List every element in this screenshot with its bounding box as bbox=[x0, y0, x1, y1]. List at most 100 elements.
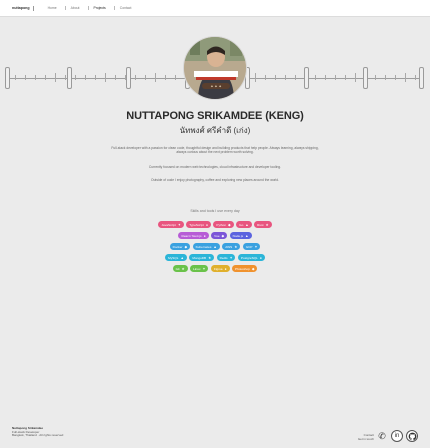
skill-chip[interactable]: MongoDB ★ bbox=[189, 254, 215, 261]
ruler-marker bbox=[419, 67, 424, 89]
nav-separator bbox=[87, 6, 89, 10]
skills-row: JavaScript ✦ TypeScript ● Python ◆ Go ▲ Rust ★ bbox=[100, 221, 330, 228]
skills-chip-group: JavaScript ✦ TypeScript ● Python ◆ Go ▲ Rust ★ Rea… bbox=[100, 221, 330, 276]
skill-chip[interactable]: MySQL ▲ bbox=[165, 254, 187, 261]
skill-chip[interactable]: Vue ◆ bbox=[211, 232, 228, 239]
skill-chip-label: MySQL bbox=[168, 255, 179, 260]
skill-chip-icon: ✦ bbox=[229, 255, 233, 260]
profile-thai-name: นัทพงศ์ ศรีคำดี (เก่ง) bbox=[179, 126, 251, 135]
skill-chip-label: Vue bbox=[214, 233, 220, 238]
nav-link-projects[interactable]: Projects bbox=[94, 6, 106, 10]
skill-chip-icon: ● bbox=[205, 222, 208, 227]
ruler-tick bbox=[95, 75, 96, 80]
brand-logo-text[interactable]: nuttapong bbox=[12, 6, 30, 10]
ruler-marker bbox=[304, 67, 309, 89]
skill-chip[interactable]: Linux ✦ bbox=[190, 265, 209, 272]
skill-chip-label: GCP bbox=[245, 244, 253, 249]
skills-row: Git ★ Linux ✦ Figma ● Photoshop ◆ bbox=[100, 265, 330, 272]
skills-row: Docker ◆ Kubernetes ▲ AWS ★ GCP ✦ bbox=[100, 243, 330, 250]
skill-chip-label: Node.js bbox=[232, 233, 244, 238]
skill-chip-label: AWS bbox=[225, 244, 233, 249]
ruler-tick bbox=[155, 73, 156, 82]
skill-chip-label: PostgreSQL bbox=[240, 255, 258, 260]
ruler-tick bbox=[165, 75, 166, 80]
ruler-marker bbox=[126, 67, 131, 89]
skill-chip[interactable]: AWS ★ bbox=[222, 243, 241, 250]
ruler-tick bbox=[65, 75, 66, 80]
ruler-tick bbox=[15, 75, 16, 80]
phone-icon[interactable]: ✆ bbox=[376, 430, 388, 442]
skill-chip-icon: ★ bbox=[265, 222, 269, 227]
ruler-tick bbox=[315, 75, 316, 80]
ruler-tick bbox=[375, 75, 376, 80]
skill-chip[interactable]: PostgreSQL ● bbox=[237, 254, 265, 261]
profile-name: NUTTAPONG SRIKAMDEE (KENG) bbox=[126, 110, 304, 122]
skill-chip[interactable]: Docker ◆ bbox=[169, 243, 191, 250]
ruler-tick bbox=[395, 75, 396, 80]
skill-chip[interactable]: TypeScript ● bbox=[186, 221, 211, 228]
ruler-tick bbox=[265, 75, 266, 80]
skill-chip-label: Redis bbox=[219, 255, 228, 260]
skill-chip[interactable]: Kubernetes ▲ bbox=[192, 243, 220, 250]
skill-chip-label: React / Next.js bbox=[181, 233, 202, 238]
skill-chip-icon: ◆ bbox=[184, 244, 188, 249]
github-icon[interactable] bbox=[406, 430, 418, 442]
skills-row: React / Next.js ● Vue ◆ Node.js ▲ bbox=[100, 232, 330, 239]
ruler-tick bbox=[105, 73, 106, 82]
skill-chip-label: Kubernetes bbox=[195, 244, 212, 249]
ruler-tick bbox=[345, 75, 346, 80]
ruler-tick bbox=[335, 75, 336, 80]
skill-chip-icon: ● bbox=[203, 233, 206, 238]
ruler-tick bbox=[285, 75, 286, 80]
ruler-tick bbox=[325, 75, 326, 80]
skill-chip[interactable]: Node.js ▲ bbox=[229, 232, 252, 239]
skill-chip-icon: ▲ bbox=[213, 244, 217, 249]
skill-chip[interactable]: Git ★ bbox=[172, 265, 188, 272]
brand-divider bbox=[32, 5, 34, 11]
nav-separator bbox=[113, 6, 115, 10]
skill-chip[interactable]: Figma ● bbox=[210, 265, 230, 272]
skill-chip[interactable]: Photoshop ◆ bbox=[232, 265, 258, 272]
skill-chip-icon: ▲ bbox=[245, 233, 249, 238]
footer-info: Nuttapong Srikamdee Full-stack Developer… bbox=[12, 426, 64, 438]
nav-link-home[interactable]: Home bbox=[48, 6, 57, 10]
ruler-tick bbox=[75, 75, 76, 80]
skill-chip-icon: ★ bbox=[234, 244, 238, 249]
skill-chip-label: Rust bbox=[257, 222, 264, 227]
skills-heading: Skills and tools I use every day bbox=[190, 209, 240, 213]
skill-chip-label: JavaScript bbox=[161, 222, 176, 227]
skill-chip[interactable]: GCP ✦ bbox=[242, 243, 261, 250]
nav-separator bbox=[64, 6, 66, 10]
profile-bio-paragraph-2: Currently focused on modern web technolo… bbox=[148, 165, 282, 169]
ruler-tick bbox=[35, 75, 36, 80]
svg-text:✦ ✦ ✦: ✦ ✦ ✦ bbox=[210, 85, 221, 89]
skills-row: MySQL ▲ MongoDB ★ Redis ✦ PostgreSQL ● bbox=[100, 254, 330, 261]
ruler-marker bbox=[5, 67, 10, 89]
skill-chip[interactable]: Go ▲ bbox=[236, 221, 252, 228]
ruler-tick bbox=[415, 75, 416, 80]
ruler-tick bbox=[55, 73, 56, 82]
skill-chip[interactable]: Python ◆ bbox=[213, 221, 234, 228]
nav-link-about[interactable]: About bbox=[71, 6, 80, 10]
ruler-tick bbox=[385, 75, 386, 80]
skill-chip-label: Docker bbox=[172, 244, 183, 249]
skill-chip-icon: ▲ bbox=[180, 255, 184, 260]
skill-chip[interactable]: Rust ★ bbox=[254, 221, 272, 228]
ruler-tick bbox=[255, 73, 256, 82]
skill-chip[interactable]: React / Next.js ● bbox=[178, 232, 209, 239]
ruler-tick bbox=[405, 73, 406, 82]
skill-chip-icon: ◆ bbox=[251, 266, 255, 271]
linkedin-icon[interactable]: in bbox=[391, 430, 403, 442]
skill-chip-label: Linux bbox=[193, 266, 201, 271]
ruler-tick bbox=[25, 75, 26, 80]
footer-line: Bangkok, Thailand · All rights reserved bbox=[12, 433, 64, 438]
skill-chip[interactable]: Redis ✦ bbox=[216, 254, 236, 261]
skill-chip[interactable]: JavaScript ✦ bbox=[158, 221, 184, 228]
github-glyph bbox=[408, 432, 416, 440]
skill-chip-label: Figma bbox=[213, 266, 223, 271]
nav-link-contact[interactable]: Contact bbox=[120, 6, 132, 10]
ruler-marker bbox=[67, 67, 72, 89]
skill-chip-label: TypeScript bbox=[189, 222, 204, 227]
skill-chip-icon: ✦ bbox=[254, 244, 258, 249]
skill-chip-icon: ● bbox=[259, 255, 262, 260]
